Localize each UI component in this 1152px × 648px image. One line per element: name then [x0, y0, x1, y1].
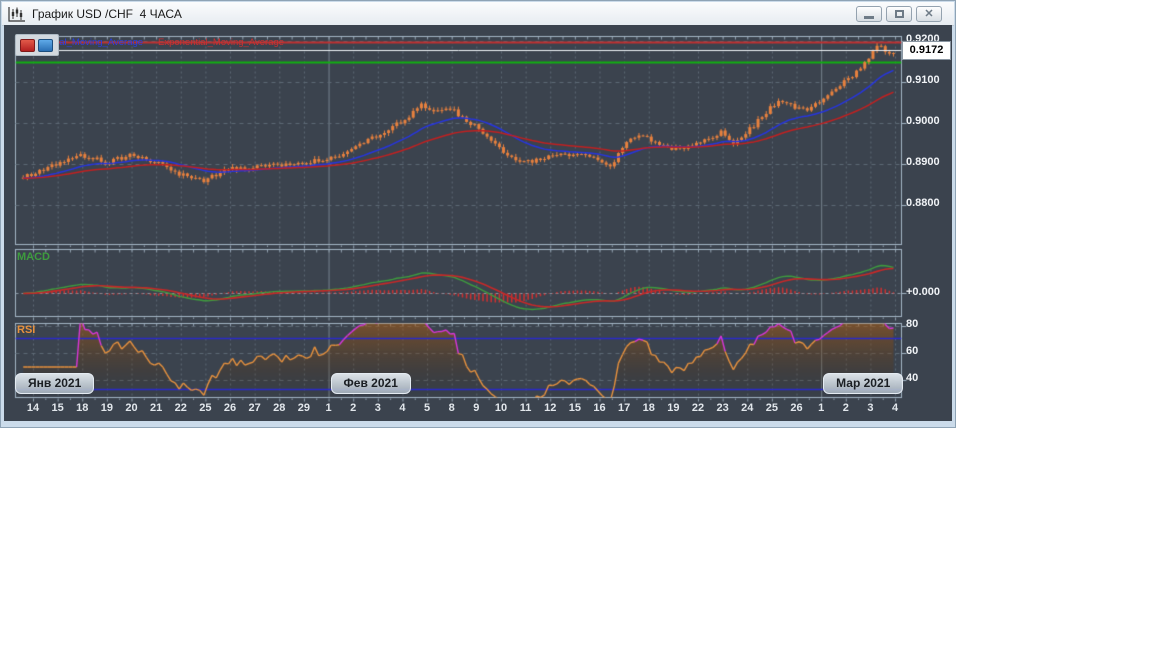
- x-axis-day-label: 2: [350, 402, 357, 414]
- x-axis-day-label: 19: [667, 402, 680, 414]
- red-square-indicator-button[interactable]: [20, 39, 35, 52]
- x-axis-day-label: 25: [199, 402, 212, 414]
- x-axis-day-label: 19: [100, 402, 113, 414]
- macd-zero-label: +0.000: [906, 286, 940, 298]
- x-axis-day-label: 14: [26, 402, 40, 414]
- x-axis-day-label: 16: [593, 402, 606, 414]
- price-axis-label: 0.8800: [906, 197, 940, 209]
- indicator-buttons-toolbar: [15, 34, 59, 56]
- rsi-axis-label: 60: [906, 345, 919, 357]
- x-axis-day-label: 20: [125, 402, 138, 414]
- x-axis-day-label: 5: [424, 402, 431, 414]
- x-axis-day-label: 2: [842, 402, 849, 414]
- x-axis-day-label: 1: [818, 402, 825, 414]
- rsi-axis-label: 80: [906, 318, 919, 330]
- x-axis-day-label: 23: [716, 402, 729, 414]
- x-axis-day-label: 11: [519, 402, 532, 414]
- restore-window-icon: [894, 10, 904, 18]
- month-box: Янв 2021: [15, 373, 95, 394]
- x-axis-day-label: 27: [248, 402, 261, 414]
- x-axis-day-label: 26: [790, 402, 803, 414]
- macd-panel-label: MACD: [17, 251, 50, 263]
- titlebar[interactable]: График USD /CHF 4 ЧАСА ✕: [2, 2, 954, 26]
- x-axis-day-label: 18: [76, 402, 89, 414]
- x-axis-day-label: 22: [691, 402, 705, 414]
- close-button[interactable]: ✕: [916, 6, 942, 22]
- restore-button[interactable]: [886, 6, 912, 22]
- x-axis-day-label: 9: [473, 402, 480, 414]
- x-axis-day-label: 22: [174, 402, 187, 414]
- x-axis-day-label: 29: [297, 402, 311, 414]
- x-axis-day-label: 15: [51, 402, 64, 414]
- candlestick-chart-icon: [8, 6, 25, 22]
- chart-canvas[interactable]: [4, 25, 952, 421]
- x-axis-day-label: 24: [741, 402, 754, 414]
- month-box: Фев 2021: [330, 373, 411, 394]
- x-axis-day-label: 1: [325, 402, 332, 414]
- minimize-icon: [864, 15, 874, 19]
- chart-window: График USD /CHF 4 ЧАСА ✕ Exponential_Mov…: [0, 0, 956, 428]
- x-axis-day-label: 18: [642, 402, 655, 414]
- x-axis-day-label: 28: [273, 402, 286, 414]
- minimize-button[interactable]: [856, 6, 882, 22]
- x-axis-day-label: 17: [617, 402, 631, 414]
- legend-ema-slow-label: Exponential_Moving_Average: [158, 37, 285, 48]
- price-axis-label: 0.9100: [906, 74, 940, 86]
- x-axis-day-label: 21: [150, 402, 163, 414]
- x-axis-day-label: 8: [448, 402, 455, 414]
- x-axis-day-label: 25: [765, 402, 779, 414]
- x-axis-day-label: 4: [891, 402, 899, 414]
- blue-square-indicator-button[interactable]: [38, 39, 53, 52]
- price-axis-label: 0.8900: [906, 156, 940, 168]
- x-axis-day-label: 10: [494, 402, 508, 414]
- x-axis-day-label: 3: [374, 402, 381, 414]
- window-title: График USD /CHF 4 ЧАСА: [32, 6, 182, 21]
- x-axis-day-label: 12: [544, 402, 557, 414]
- x-axis-day-label: 3: [867, 402, 874, 414]
- rsi-panel-label: RSI: [17, 324, 36, 336]
- close-icon: ✕: [924, 7, 934, 20]
- x-axis-day-label: 15: [568, 402, 581, 414]
- rsi-axis-label: 40: [906, 372, 919, 384]
- x-axis-day-label: 4: [399, 402, 406, 414]
- price-axis-label: 0.9000: [906, 115, 940, 127]
- x-axis-day-label: 26: [223, 402, 237, 414]
- month-box: Мар 2021: [823, 373, 904, 394]
- current-price-label: 0.9172: [902, 41, 951, 60]
